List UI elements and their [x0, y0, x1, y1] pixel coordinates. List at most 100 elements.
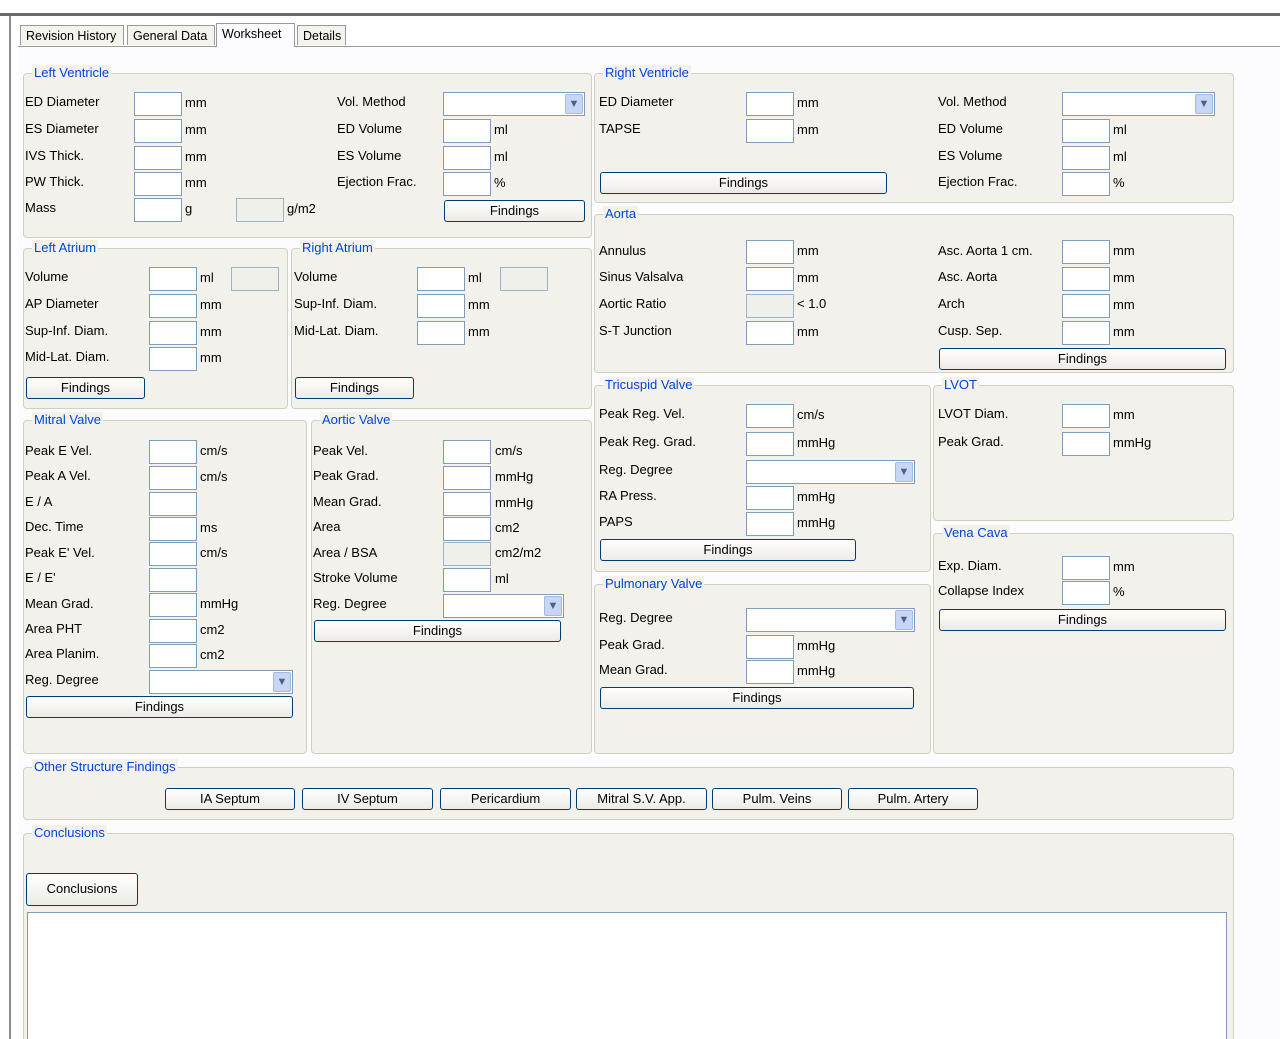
av-peak-grad-input[interactable]	[443, 466, 491, 490]
lv-es-diameter-input[interactable]	[134, 119, 182, 143]
pv-peak-grad-input[interactable]	[746, 635, 794, 659]
pericardium-button[interactable]: Pericardium	[440, 788, 571, 810]
tv-ra-press-input[interactable]	[746, 486, 794, 510]
pulm-veins-button[interactable]: Pulm. Veins	[712, 788, 842, 810]
av-findings-button[interactable]: Findings	[314, 620, 561, 642]
rv-tapse-input[interactable]	[746, 119, 794, 143]
tv-peak-reg-grad-input[interactable]	[746, 432, 794, 456]
mv-peak-e-input[interactable]	[149, 440, 197, 464]
rv-ed-volume-input[interactable]	[1062, 119, 1110, 143]
conclusions-textarea[interactable]	[27, 912, 1227, 1039]
pv-mean-grad-unit: mmHg	[797, 663, 836, 678]
tv-reg-degree-select[interactable]: ▼	[746, 460, 915, 484]
vc-findings-button[interactable]: Findings	[939, 609, 1226, 631]
conclusions-button[interactable]: Conclusions	[26, 873, 138, 906]
mv-area-planim-input[interactable]	[149, 644, 197, 668]
chevron-down-icon[interactable]: ▼	[895, 462, 913, 482]
lvot-diam-input[interactable]	[1062, 404, 1110, 428]
vc-collapse-index-input[interactable]	[1062, 581, 1110, 605]
lv-ed-diameter-unit: mm	[185, 95, 207, 110]
mv-findings-button[interactable]: Findings	[26, 696, 293, 718]
ra-volume-input[interactable]	[417, 267, 465, 291]
av-reg-degree-select[interactable]: ▼	[443, 594, 564, 618]
aorta-arch-input[interactable]	[1062, 294, 1110, 318]
mv-mean-grad-input[interactable]	[149, 593, 197, 617]
aorta-sinus-valsalva-input[interactable]	[746, 267, 794, 291]
lv-ejection-frac-unit: %	[494, 175, 506, 190]
aorta-cusp-sep-input[interactable]	[1062, 321, 1110, 345]
chevron-down-icon[interactable]: ▼	[565, 94, 583, 114]
mv-reg-degree-label: Reg. Degree	[25, 672, 99, 687]
tab-general-data[interactable]: General Data	[127, 25, 215, 45]
tv-paps-input[interactable]	[746, 512, 794, 536]
ra-findings-button[interactable]: Findings	[295, 377, 414, 399]
mv-e-a-input[interactable]	[149, 492, 197, 516]
lv-ejection-frac-input[interactable]	[443, 172, 491, 196]
tv-peak-reg-vel-input[interactable]	[746, 404, 794, 428]
pv-findings-button[interactable]: Findings	[600, 687, 914, 709]
aorta-aortic-ratio-label: Aortic Ratio	[599, 296, 667, 311]
mv-reg-degree-select[interactable]: ▼	[149, 670, 293, 694]
chevron-down-icon[interactable]: ▼	[273, 672, 291, 692]
tab-revision-history[interactable]: Revision History	[20, 25, 124, 45]
ia-septum-button[interactable]: IA Septum	[165, 788, 295, 810]
lv-vol-method-select[interactable]: ▼	[443, 92, 585, 116]
av-stroke-volume-label: Stroke Volume	[313, 570, 398, 585]
vc-exp-diam-input[interactable]	[1062, 556, 1110, 580]
av-area-input[interactable]	[443, 517, 491, 541]
window-left-border	[9, 16, 11, 1039]
la-ap-diameter-input[interactable]	[149, 294, 197, 318]
la-findings-button[interactable]: Findings	[26, 377, 145, 399]
lv-pw-thick-input[interactable]	[134, 172, 182, 196]
ra-mid-lat-input[interactable]	[417, 321, 465, 345]
vena-cava-title: Vena Cava	[942, 525, 1010, 541]
mv-area-pht-input[interactable]	[149, 619, 197, 643]
rv-ed-diameter-label: ED Diameter	[599, 94, 674, 109]
aorta-asc-aorta-1cm-input[interactable]	[1062, 240, 1110, 264]
av-peak-vel-input[interactable]	[443, 440, 491, 464]
la-mid-lat-label: Mid-Lat. Diam.	[25, 349, 110, 364]
lv-mass-input[interactable]	[134, 198, 182, 222]
aorta-annulus-input[interactable]	[746, 240, 794, 264]
iv-septum-button[interactable]: IV Septum	[302, 788, 433, 810]
aorta-asc-aorta-input[interactable]	[1062, 267, 1110, 291]
la-sup-inf-unit: mm	[200, 324, 222, 339]
mitral-sv-app-button[interactable]: Mitral S.V. App.	[576, 788, 707, 810]
lv-es-volume-input[interactable]	[443, 146, 491, 170]
lvot-peak-grad-input[interactable]	[1062, 432, 1110, 456]
mv-dec-time-input[interactable]	[149, 517, 197, 541]
rv-es-volume-input[interactable]	[1062, 146, 1110, 170]
lv-ed-volume-input[interactable]	[443, 119, 491, 143]
av-area-bsa-readonly	[443, 542, 491, 566]
mv-peak-a-input[interactable]	[149, 466, 197, 490]
lv-ivs-thick-input[interactable]	[134, 146, 182, 170]
lv-ed-diameter-input[interactable]	[134, 92, 182, 116]
aorta-st-junction-input[interactable]	[746, 321, 794, 345]
mv-peak-e-prime-input[interactable]	[149, 542, 197, 566]
av-mean-grad-input[interactable]	[443, 492, 491, 516]
rv-findings-button[interactable]: Findings	[600, 172, 887, 194]
tv-findings-button[interactable]: Findings	[600, 539, 856, 561]
la-mid-lat-input[interactable]	[149, 347, 197, 371]
mv-e-e-prime-input[interactable]	[149, 568, 197, 592]
rv-vol-method-select[interactable]: ▼	[1062, 92, 1215, 116]
chevron-down-icon[interactable]: ▼	[1195, 94, 1213, 114]
la-volume-input[interactable]	[149, 267, 197, 291]
pulm-artery-button[interactable]: Pulm. Artery	[848, 788, 978, 810]
chevron-down-icon[interactable]: ▼	[895, 610, 913, 630]
tv-reg-degree-label: Reg. Degree	[599, 462, 673, 477]
pv-reg-degree-select[interactable]: ▼	[746, 608, 915, 632]
ra-sup-inf-input[interactable]	[417, 294, 465, 318]
lv-findings-button[interactable]: Findings	[444, 200, 585, 222]
tab-details[interactable]: Details	[297, 25, 346, 45]
pv-mean-grad-input[interactable]	[746, 660, 794, 684]
rv-ejection-frac-input[interactable]	[1062, 172, 1110, 196]
mv-e-e-prime-label: E / E'	[25, 570, 56, 585]
aorta-asc-aorta-label: Asc. Aorta	[938, 269, 998, 284]
tab-worksheet[interactable]: Worksheet	[216, 23, 295, 47]
la-sup-inf-input[interactable]	[149, 321, 197, 345]
aorta-findings-button[interactable]: Findings	[939, 348, 1226, 370]
chevron-down-icon[interactable]: ▼	[544, 596, 562, 616]
av-stroke-volume-input[interactable]	[443, 568, 491, 592]
rv-ed-diameter-input[interactable]	[746, 92, 794, 116]
